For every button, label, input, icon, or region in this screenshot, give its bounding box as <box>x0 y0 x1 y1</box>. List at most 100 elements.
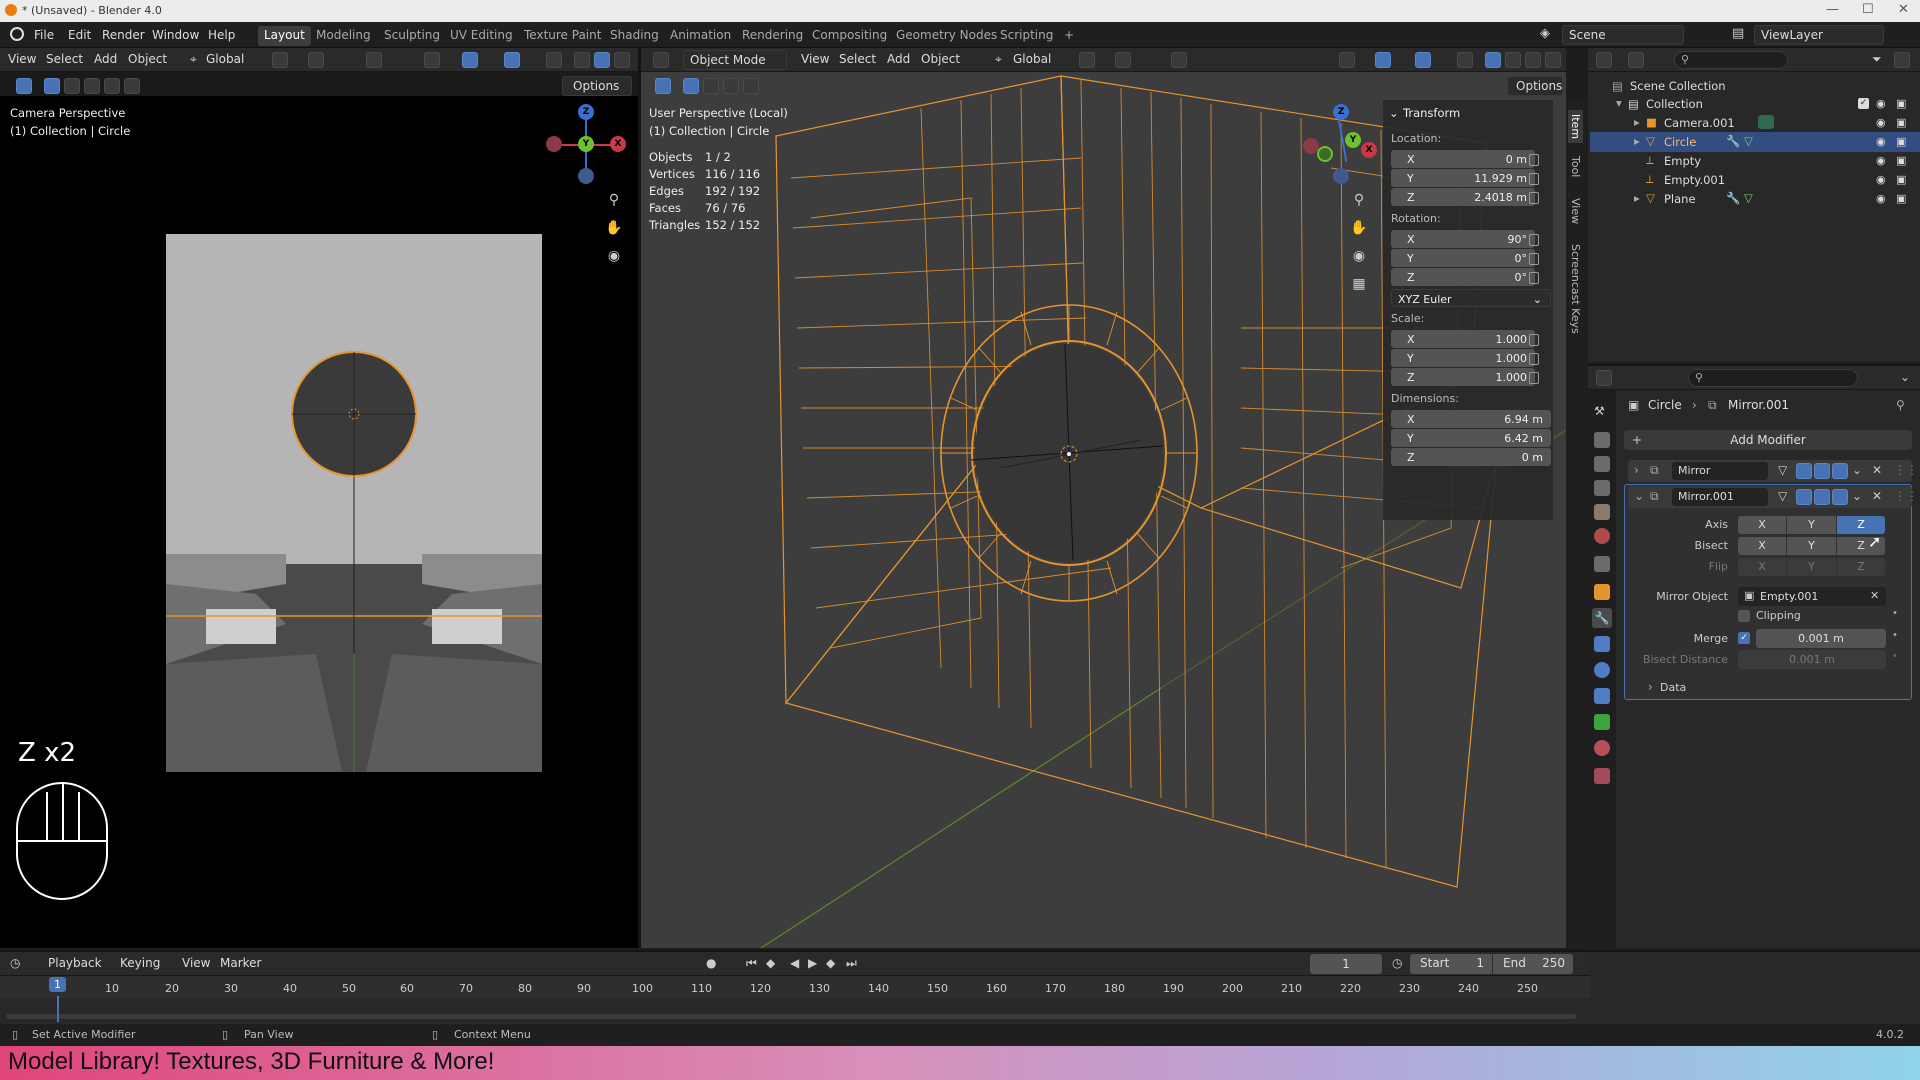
menu-select[interactable]: Select <box>46 52 83 66</box>
eye-icon[interactable]: ◉ <box>1876 97 1886 110</box>
tab-rendering[interactable]: Rendering <box>736 26 809 46</box>
gizmo-x-icon[interactable]: X <box>610 136 626 152</box>
next-keyframe-icon[interactable]: ◆ <box>826 956 835 970</box>
main-viewport[interactable]: Object Mode View Select Add Object ⌖ Glo… <box>641 48 1566 948</box>
tab-view[interactable]: View <box>1568 194 1583 228</box>
outliner-search-input[interactable]: ⚲ <box>1674 51 1788 69</box>
editor-type-icon[interactable] <box>1596 52 1612 68</box>
modifier-name-field[interactable]: Mirror <box>1672 462 1768 480</box>
gizmo-neg-y-icon[interactable] <box>1317 146 1333 162</box>
tool-tab-icon[interactable]: ⚒ <box>1594 404 1610 420</box>
eye-icon[interactable]: ◉ <box>1876 173 1886 186</box>
zoom-icon[interactable]: ⚲ <box>1349 190 1369 210</box>
options-button[interactable]: Options <box>562 76 632 96</box>
menu-help[interactable]: Help <box>208 28 235 42</box>
scale-x-field[interactable]: X 1.000 <box>1391 330 1535 348</box>
physics-tab-icon[interactable] <box>1594 662 1610 678</box>
tab-geometry-nodes[interactable]: Geometry Nodes <box>890 26 1003 46</box>
camera-view-icon[interactable]: ◉ <box>1349 246 1369 266</box>
camera-render-icon[interactable]: ▣ <box>1896 173 1906 186</box>
chevron-down-icon[interactable]: ⌄ <box>1389 106 1399 120</box>
rotation-z-field[interactable]: Z 0° <box>1391 268 1535 286</box>
solid-shading-icon[interactable] <box>594 52 610 68</box>
expand-arrow-icon[interactable]: › <box>1648 680 1653 694</box>
preview-range-icon[interactable]: ◷ <box>1392 956 1402 970</box>
location-z-field[interactable]: Z 2.4018 m <box>1391 188 1535 206</box>
display-mode-icon[interactable] <box>1628 52 1644 68</box>
merge-distance-field[interactable]: 0.001 m <box>1756 629 1886 648</box>
play-icon[interactable]: ▶ <box>808 956 817 970</box>
keyframe-dot-icon[interactable]: • <box>1892 608 1898 619</box>
outliner-item-plane[interactable]: ▸ ▽ Plane 🔧 ▽ ◉ ▣ <box>1590 189 1920 209</box>
transform-header[interactable]: Transform <box>1403 106 1460 120</box>
render-tab-icon[interactable] <box>1594 432 1610 448</box>
particles-tab-icon[interactable] <box>1594 636 1610 652</box>
eye-icon[interactable]: ◉ <box>1876 116 1886 129</box>
tab-compositing[interactable]: Compositing <box>806 26 893 46</box>
close-icon[interactable]: ✕ <box>1898 2 1909 17</box>
camera-render-icon[interactable]: ▣ <box>1896 97 1906 110</box>
outliner-item-empty-001[interactable]: ⟂ Empty.001 ◉ ▣ <box>1590 170 1920 190</box>
dimensions-z-field[interactable]: Z0 m <box>1391 448 1551 466</box>
location-x-field[interactable]: X0 m <box>1391 150 1535 168</box>
select-mode-subtract-icon[interactable] <box>84 78 100 94</box>
timeline-scrollbar[interactable] <box>6 1014 1576 1019</box>
bisect-y-toggle[interactable]: Y <box>1787 537 1836 555</box>
constraints-tab-icon[interactable] <box>1594 688 1610 704</box>
material-tab-icon[interactable] <box>1594 740 1610 756</box>
drag-handle-icon[interactable]: ⋮⋮ <box>1894 489 1918 503</box>
lock-icon[interactable] <box>1529 154 1539 166</box>
close-icon[interactable]: ✕ <box>1872 463 1882 477</box>
tab-modeling[interactable]: Modeling <box>310 26 377 46</box>
select-mode-extend-icon[interactable] <box>64 78 80 94</box>
add-workspace-icon[interactable]: + <box>1058 26 1080 46</box>
navigation-gizmo[interactable]: Z Y X <box>1293 104 1377 184</box>
bisect-distance-field[interactable]: 0.001 m <box>1738 650 1886 669</box>
chevron-down-icon[interactable]: ⌄ <box>1852 463 1862 477</box>
viewport-display-icon[interactable] <box>1814 463 1830 479</box>
playhead-line[interactable] <box>57 996 59 1022</box>
zoom-icon[interactable]: ⚲ <box>604 190 624 210</box>
axis-x-toggle[interactable]: X <box>1738 516 1786 534</box>
outliner-scene-collection[interactable]: ▤ Scene Collection <box>1590 76 1920 96</box>
properties-search-input[interactable]: ⚲ <box>1688 369 1858 387</box>
menu-marker[interactable]: Marker <box>220 956 261 970</box>
pin-icon[interactable]: ⚲ <box>1896 398 1905 412</box>
cage-icon[interactable] <box>1796 489 1812 505</box>
record-icon[interactable]: ● <box>706 956 716 970</box>
jump-start-icon[interactable]: ⏮ <box>746 956 757 971</box>
view-layer-tab-icon[interactable] <box>1594 480 1610 496</box>
menu-playback[interactable]: Playback <box>48 956 102 970</box>
prev-keyframe-icon[interactable]: ◆ <box>766 956 775 970</box>
proportional-icon[interactable] <box>366 52 382 68</box>
camera-render-icon[interactable]: ▣ <box>1896 116 1906 129</box>
eye-icon[interactable]: ◉ <box>1876 154 1886 167</box>
snap-icon[interactable] <box>308 52 324 68</box>
scale-z-field[interactable]: Z 1.000 <box>1391 368 1535 386</box>
flip-x-toggle[interactable]: X <box>1738 558 1786 576</box>
new-collection-icon[interactable] <box>1894 52 1910 68</box>
menu-add[interactable]: Add <box>94 52 117 66</box>
lock-icon[interactable] <box>1529 253 1539 265</box>
select-mode-new-icon[interactable] <box>44 78 60 94</box>
outliner-item-empty[interactable]: ⟂ Empty ◉ ▣ <box>1590 151 1920 171</box>
jump-end-icon[interactable]: ⏭ <box>846 956 857 971</box>
keyframe-dot-icon[interactable]: • <box>1892 630 1898 641</box>
menu-window[interactable]: Window <box>152 28 199 42</box>
rotation-mode-selector[interactable]: XYZ Euler ⌄ <box>1391 289 1551 307</box>
lock-icon[interactable] <box>1529 372 1539 384</box>
tab-sculpting[interactable]: Sculpting <box>378 26 446 46</box>
gizmo-neg-z-icon[interactable] <box>1333 168 1349 184</box>
menu-view[interactable]: View <box>182 956 210 970</box>
modifier-mirror-001-header[interactable]: ⌄ ⧉ Mirror.001 ▽ ⌄ ✕ ⋮⋮ <box>1628 486 1918 508</box>
modifier-name-field[interactable]: Mirror.001 <box>1672 488 1768 506</box>
menu-object[interactable]: Object <box>128 52 167 66</box>
axis-y-toggle[interactable]: Y <box>1787 516 1836 534</box>
gizmo-z-icon[interactable]: Z <box>1333 104 1349 120</box>
gizmo-z-icon[interactable]: Z <box>578 104 594 120</box>
lock-icon[interactable] <box>1529 173 1539 185</box>
visibility-icon[interactable] <box>424 52 440 68</box>
scene-tab-icon[interactable] <box>1594 504 1610 520</box>
merge-checkbox[interactable]: ✓ <box>1738 632 1750 644</box>
close-icon[interactable]: ✕ <box>1872 489 1882 503</box>
